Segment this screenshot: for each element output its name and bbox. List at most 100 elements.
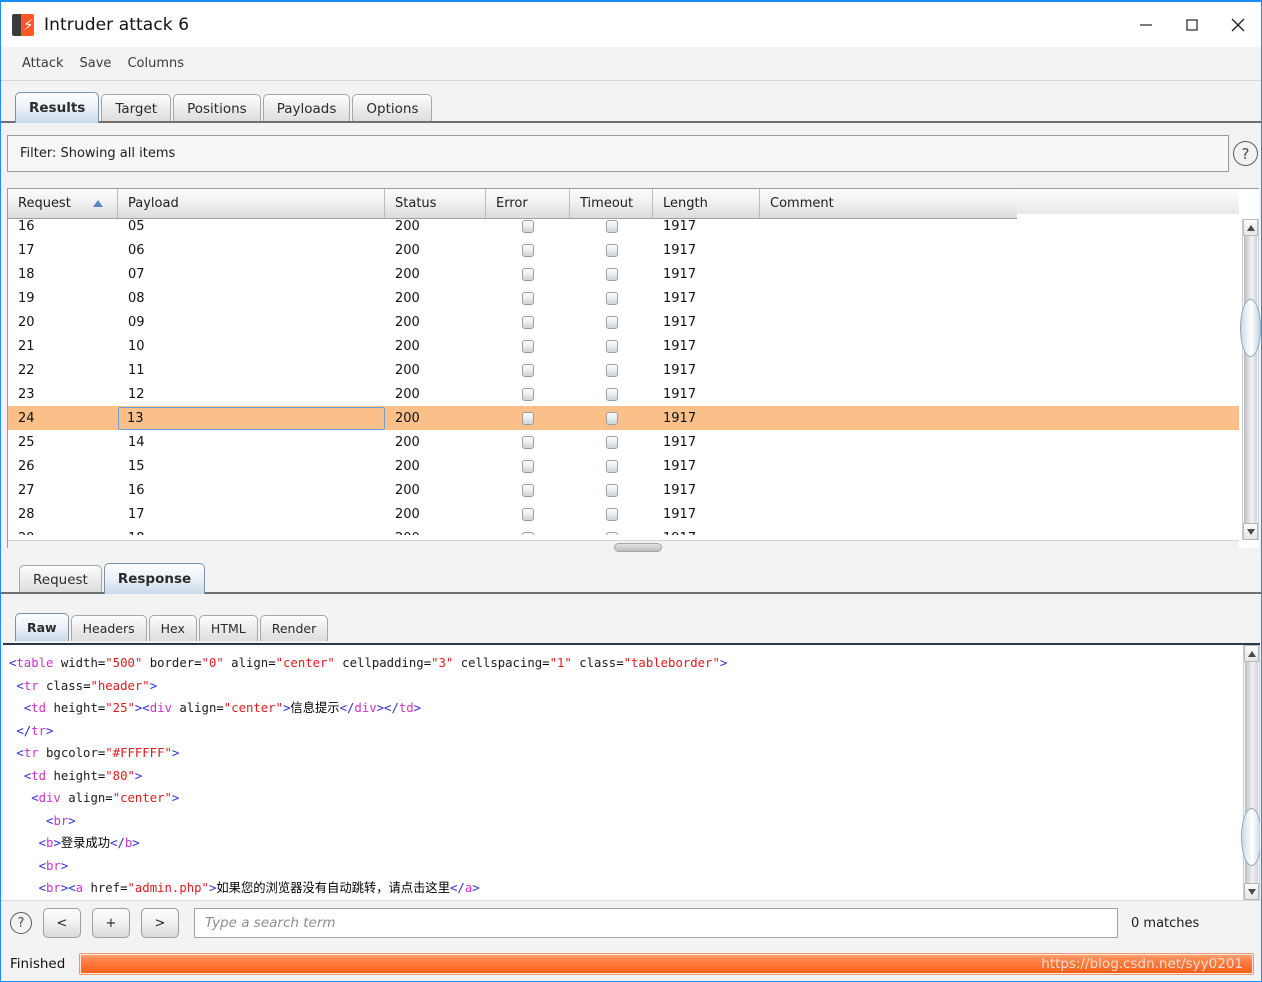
attack-status-label: Finished bbox=[10, 955, 66, 972]
error-checkbox[interactable] bbox=[522, 339, 534, 353]
cell-request: 20 bbox=[18, 314, 35, 330]
column-header-timeout[interactable]: Timeout bbox=[570, 189, 653, 218]
tab-options[interactable]: Options bbox=[352, 94, 433, 123]
timeout-checkbox[interactable] bbox=[605, 483, 618, 497]
table-scroll-thumb[interactable] bbox=[1240, 299, 1261, 357]
error-checkbox[interactable] bbox=[522, 315, 534, 329]
timeout-checkbox[interactable] bbox=[605, 435, 618, 449]
search-input[interactable]: Type a search term bbox=[194, 908, 1118, 938]
table-row[interactable]: 28 17 200 1917 bbox=[8, 502, 1239, 526]
error-checkbox[interactable] bbox=[522, 291, 534, 305]
filter-bar[interactable]: Filter: Showing all items bbox=[7, 135, 1229, 172]
table-row[interactable]: 24 13 200 1917 bbox=[8, 406, 1239, 430]
tab-html[interactable]: HTML bbox=[198, 615, 258, 641]
tab-hex[interactable]: Hex bbox=[148, 615, 197, 641]
column-header-length[interactable]: Length bbox=[653, 189, 760, 218]
tab-target[interactable]: Target bbox=[101, 94, 172, 123]
timeout-checkbox[interactable] bbox=[605, 411, 618, 425]
cell-request: 28 bbox=[18, 506, 35, 522]
error-checkbox[interactable] bbox=[522, 267, 534, 281]
filter-help-icon[interactable]: ? bbox=[1233, 141, 1258, 166]
table-row[interactable]: 21 10 200 1917 bbox=[8, 334, 1239, 358]
tab-render[interactable]: Render bbox=[259, 615, 329, 641]
table-scroll-down-icon[interactable] bbox=[1243, 523, 1258, 540]
table-row[interactable]: 22 11 200 1917 bbox=[8, 358, 1239, 382]
code-line: <div align="center"> bbox=[31, 791, 180, 805]
timeout-checkbox[interactable] bbox=[605, 291, 618, 305]
timeout-checkbox[interactable] bbox=[605, 315, 618, 329]
table-row[interactable]: 26 15 200 1917 bbox=[8, 454, 1239, 478]
cell-payload: 08 bbox=[128, 290, 145, 306]
timeout-checkbox[interactable] bbox=[605, 243, 618, 257]
minimize-icon[interactable] bbox=[1123, 2, 1169, 47]
column-header-request[interactable]: Request bbox=[8, 189, 118, 218]
menu-item-attack[interactable]: Attack bbox=[15, 53, 71, 74]
response-scroll-down-icon[interactable] bbox=[1244, 883, 1259, 900]
column-header-comment[interactable]: Comment bbox=[760, 189, 1017, 218]
error-checkbox[interactable] bbox=[522, 363, 534, 377]
timeout-checkbox[interactable] bbox=[605, 531, 618, 535]
error-checkbox[interactable] bbox=[522, 219, 534, 233]
sort-ascending-icon bbox=[93, 200, 103, 207]
error-checkbox[interactable] bbox=[522, 243, 534, 257]
table-row[interactable]: 17 06 200 1917 bbox=[8, 238, 1239, 262]
maximize-icon[interactable] bbox=[1169, 2, 1215, 47]
timeout-checkbox[interactable] bbox=[605, 219, 618, 233]
table-row[interactable]: 23 12 200 1917 bbox=[8, 382, 1239, 406]
code-line: <td height="25"><div align="center">信息提示… bbox=[23, 701, 422, 715]
response-body-text[interactable]: <table width="500" border="0" align="cen… bbox=[3, 645, 1231, 900]
menu-item-columns[interactable]: Columns bbox=[120, 53, 191, 74]
table-row[interactable]: 18 07 200 1917 bbox=[8, 262, 1239, 286]
cell-timeout bbox=[570, 502, 653, 526]
attack-progress-bar: https://blog.csdn.net/syy0201 bbox=[79, 952, 1254, 975]
row-filler bbox=[1017, 334, 1239, 358]
table-vertical-scrollbar[interactable] bbox=[1240, 219, 1261, 540]
timeout-checkbox[interactable] bbox=[605, 387, 618, 401]
cell-payload: 12 bbox=[128, 386, 145, 402]
error-checkbox[interactable] bbox=[522, 387, 534, 401]
search-add-button[interactable]: + bbox=[92, 908, 130, 938]
error-checkbox[interactable] bbox=[522, 483, 534, 497]
table-row[interactable]: 2918200 1917 bbox=[8, 526, 1239, 535]
tab-positions[interactable]: Positions bbox=[173, 94, 261, 123]
column-header-error[interactable]: Error bbox=[486, 189, 570, 218]
menu-item-save[interactable]: Save bbox=[73, 53, 119, 74]
table-hscroll-thumb[interactable] bbox=[614, 543, 662, 552]
error-checkbox[interactable] bbox=[522, 435, 534, 449]
cell-status: 200 bbox=[395, 314, 420, 330]
table-row[interactable]: 25 14 200 1917 bbox=[8, 430, 1239, 454]
search-prev-button[interactable]: < bbox=[43, 908, 81, 938]
table-row[interactable]: 27 16 200 1917 bbox=[8, 478, 1239, 502]
tab-response[interactable]: Response bbox=[103, 563, 206, 594]
timeout-checkbox[interactable] bbox=[605, 363, 618, 377]
tab-request[interactable]: Request bbox=[19, 565, 102, 594]
table-horizontal-scrollbar[interactable] bbox=[8, 540, 1239, 555]
tab-underline bbox=[1, 121, 1261, 123]
tab-headers[interactable]: Headers bbox=[70, 615, 147, 641]
tab-payloads[interactable]: Payloads bbox=[262, 94, 351, 123]
tab-raw[interactable]: Raw bbox=[15, 613, 69, 641]
table-row[interactable]: 19 08 200 1917 bbox=[8, 286, 1239, 310]
response-vertical-scrollbar[interactable] bbox=[1241, 645, 1260, 900]
timeout-checkbox[interactable] bbox=[605, 267, 618, 281]
timeout-checkbox[interactable] bbox=[605, 339, 618, 353]
response-scroll-thumb[interactable] bbox=[1241, 808, 1260, 866]
column-header-payload[interactable]: Payload bbox=[118, 189, 385, 218]
close-icon[interactable] bbox=[1215, 2, 1261, 47]
column-header-status[interactable]: Status bbox=[385, 189, 486, 218]
error-checkbox[interactable] bbox=[522, 411, 534, 425]
error-checkbox[interactable] bbox=[522, 507, 534, 521]
timeout-checkbox[interactable] bbox=[605, 459, 618, 473]
row-filler bbox=[1017, 262, 1239, 286]
error-checkbox[interactable] bbox=[522, 531, 534, 535]
search-help-icon[interactable]: ? bbox=[10, 912, 32, 934]
search-next-button[interactable]: > bbox=[141, 908, 179, 938]
response-scroll-up-icon[interactable] bbox=[1244, 645, 1259, 662]
table-scroll-track[interactable] bbox=[1244, 236, 1257, 523]
tab-results[interactable]: Results bbox=[15, 92, 100, 123]
table-row[interactable]: 20 09 200 1917 bbox=[8, 310, 1239, 334]
cell-payload: 14 bbox=[128, 434, 145, 450]
table-scroll-up-icon[interactable] bbox=[1243, 219, 1258, 236]
timeout-checkbox[interactable] bbox=[605, 507, 618, 521]
error-checkbox[interactable] bbox=[522, 459, 534, 473]
